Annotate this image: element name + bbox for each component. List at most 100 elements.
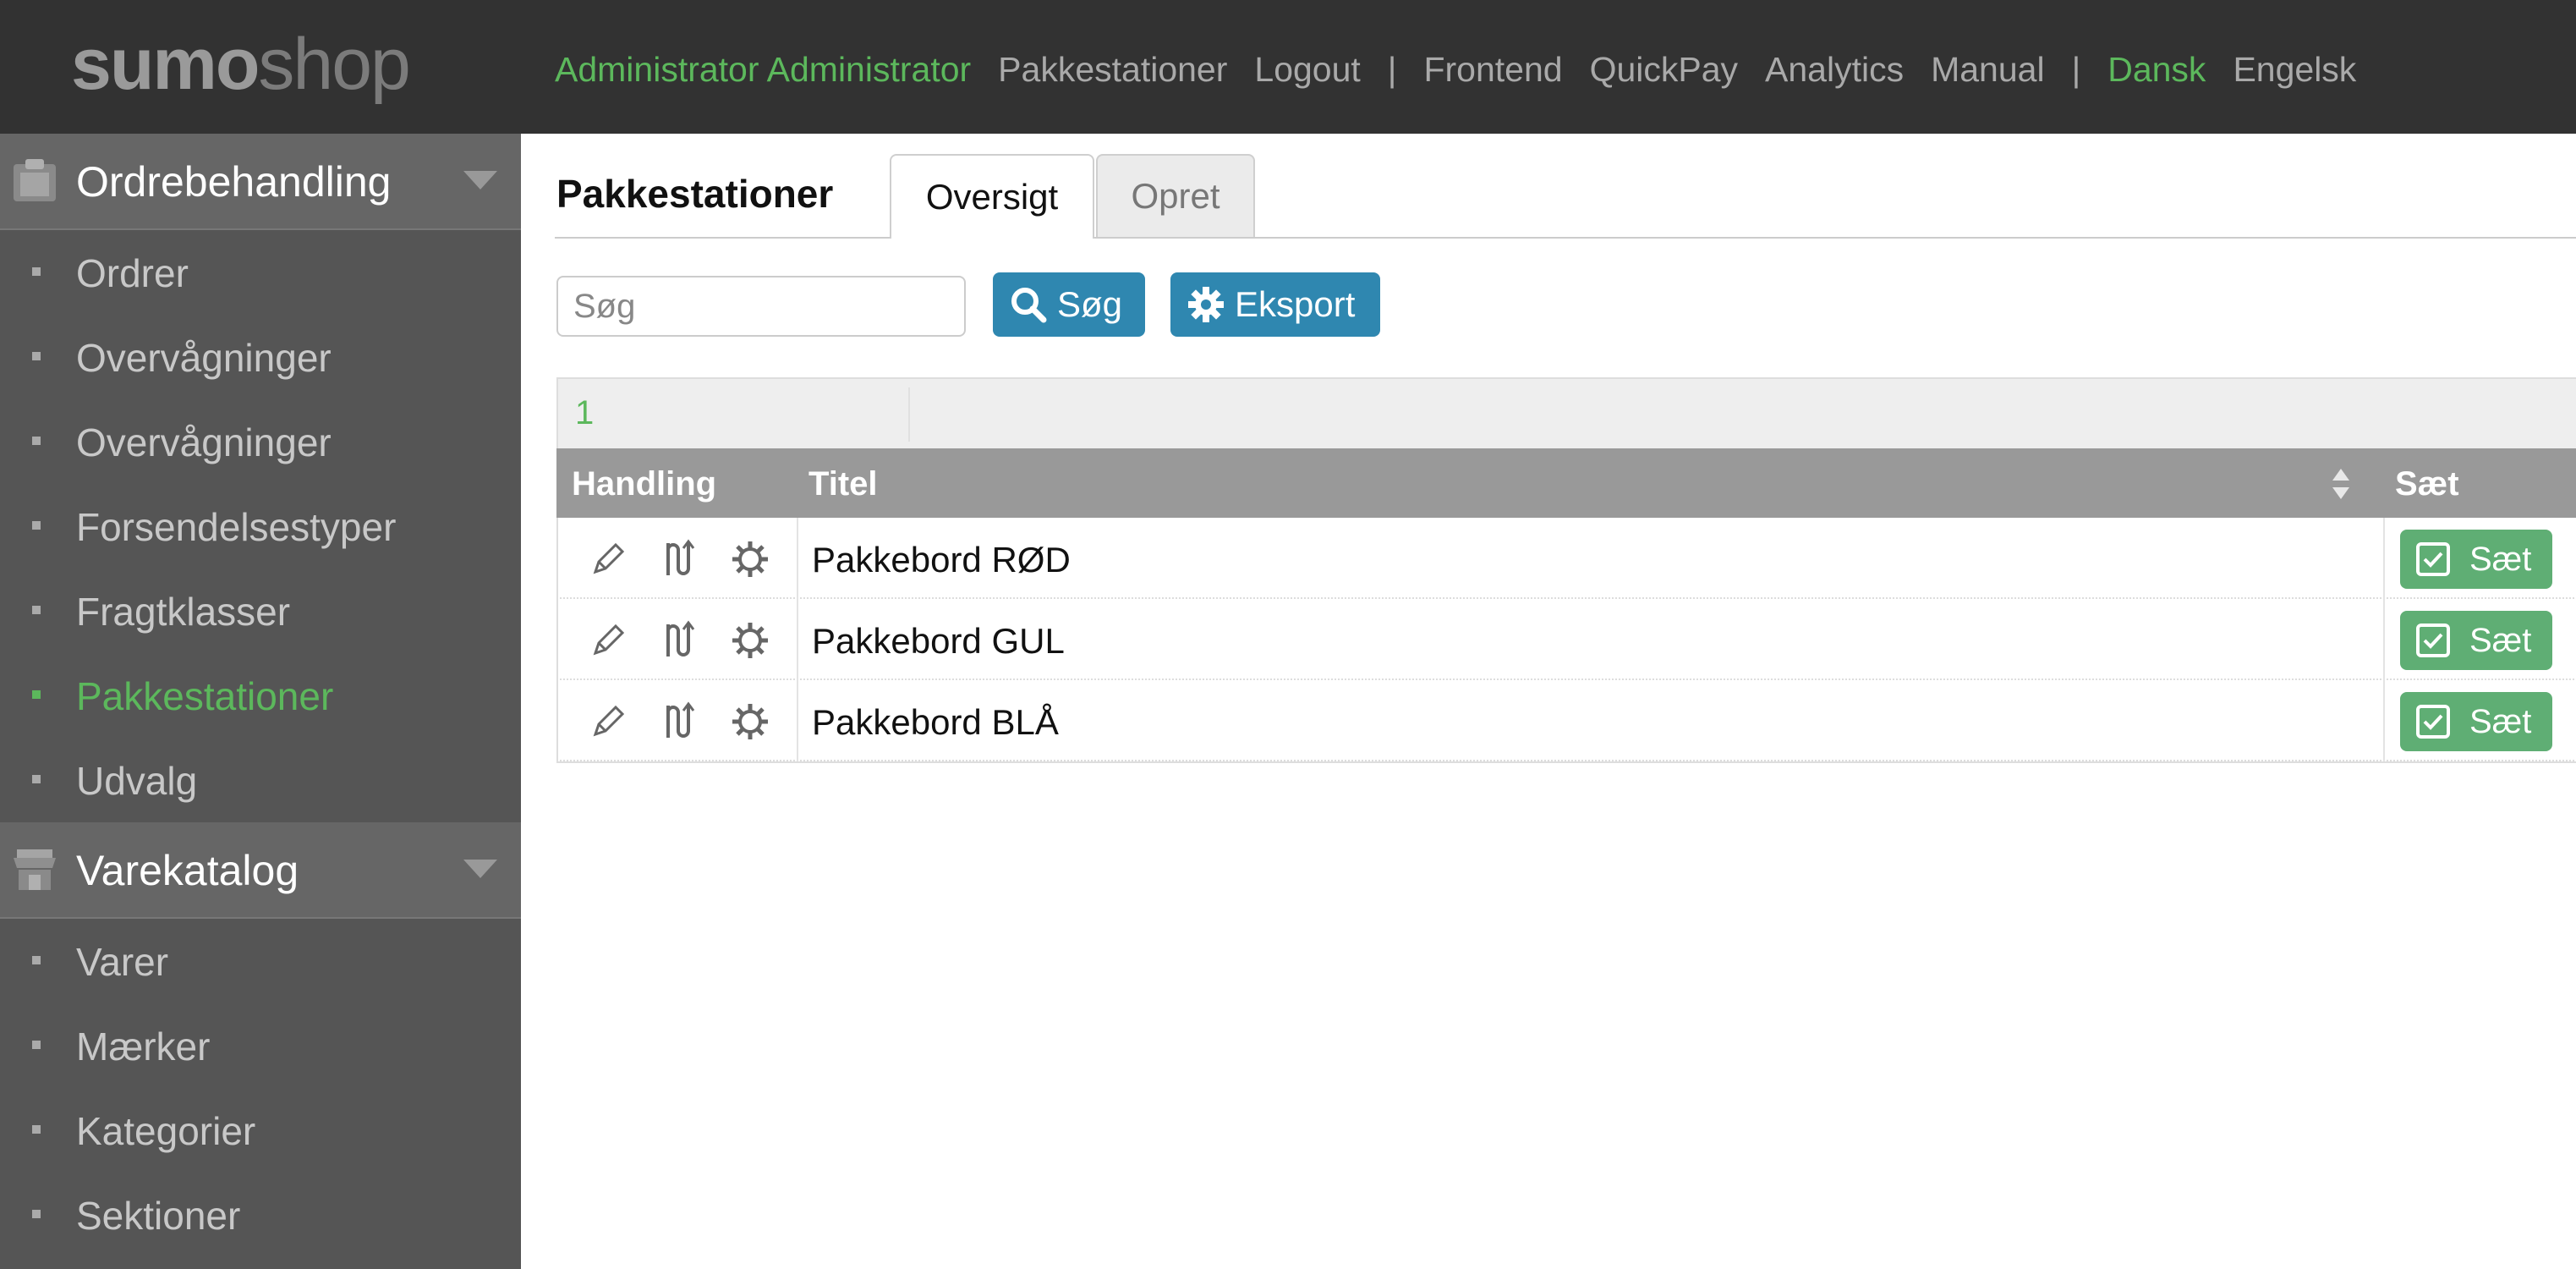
frontend-link[interactable]: Frontend: [1423, 50, 1562, 90]
table-header: Handling Titel Sæt: [556, 448, 2576, 518]
sidebar-item-label: Fragtklasser: [76, 590, 291, 634]
bullet: [32, 267, 41, 276]
analytics-link[interactable]: Analytics: [1765, 50, 1904, 90]
chevron-down-icon[interactable]: [463, 860, 497, 878]
user-link[interactable]: Administrator Administrator: [555, 50, 971, 90]
manual-link[interactable]: Manual: [1931, 50, 2044, 90]
sidebar-item-overvagninger[interactable]: Overvågninger: [0, 315, 521, 399]
set-button[interactable]: Sæt: [2400, 530, 2552, 589]
language-engelsk-link[interactable]: Engelsk: [2233, 50, 2356, 90]
row-title: Pakkebord RØD: [812, 540, 1071, 580]
nav-separator: |: [1387, 49, 1397, 89]
search-button-label: Søg: [1057, 284, 1123, 324]
bullet: [32, 956, 41, 964]
nav-separator: |: [2071, 49, 2081, 89]
sidebar-item-label: Udvalg: [76, 759, 198, 803]
top-bar: sumoshop Administrator Administrator Pak…: [0, 0, 2576, 134]
bullet: [32, 352, 41, 360]
sidebar-section-title: Varekatalog: [76, 847, 299, 894]
search-input[interactable]: [556, 276, 966, 337]
tab-oversigt[interactable]: Oversigt: [890, 154, 1094, 239]
pagination-bar: 1: [556, 377, 2576, 448]
logout-link[interactable]: Logout: [1254, 50, 1360, 90]
set-cell: Sæt: [2383, 518, 2576, 599]
language-dansk-link[interactable]: Dansk: [2107, 50, 2206, 90]
row-actions: [558, 518, 798, 599]
bullet: [32, 1210, 41, 1218]
export-button-label: Eksport: [1235, 284, 1356, 324]
edit-pencil-icon[interactable]: [587, 700, 629, 743]
set-button[interactable]: Sæt: [2400, 692, 2552, 751]
sumoshop-logo[interactable]: sumoshop: [71, 22, 411, 107]
sidebar-item-udvalg[interactable]: Udvalg: [0, 738, 521, 822]
sidebar-item-overvagninger-2[interactable]: Overvågninger: [0, 399, 521, 484]
page-number-link[interactable]: 1: [575, 394, 594, 432]
search-button[interactable]: Søg: [993, 272, 1145, 337]
sidebar-item-varer[interactable]: Varer: [0, 919, 521, 1003]
logo-part-1: sumo: [71, 24, 260, 105]
bullet: [32, 690, 41, 699]
sidebar-section-varekatalog[interactable]: Varekatalog: [0, 822, 521, 919]
checkbox-icon: [2416, 624, 2450, 657]
reorder-arrows-icon[interactable]: [658, 538, 700, 580]
sidebar-item-kategorier[interactable]: Kategorier: [0, 1088, 521, 1173]
edit-pencil-icon[interactable]: [587, 619, 629, 662]
nav-link-pakkestationer[interactable]: Pakkestationer: [998, 50, 1227, 90]
checkbox-icon: [2416, 705, 2450, 739]
export-button[interactable]: Eksport: [1170, 272, 1380, 337]
search-icon: [1011, 288, 1047, 323]
sidebar-item-label: Kategorier: [76, 1109, 256, 1153]
chevron-down-icon[interactable]: [463, 171, 497, 190]
reorder-arrows-icon[interactable]: [658, 619, 700, 662]
row-title: Pakkebord BLÅ: [812, 702, 1059, 742]
bullet: [32, 606, 41, 614]
set-button-label: Sæt: [2469, 621, 2532, 659]
checkbox-icon: [2416, 542, 2450, 576]
bullet: [32, 1125, 41, 1134]
column-header-handling: Handling: [572, 465, 717, 503]
sidebar-item-label: Varer: [76, 940, 169, 984]
row-title: Pakkebord GUL: [812, 621, 1065, 661]
gear-icon[interactable]: [729, 538, 771, 580]
sidebar-item-label: Forsendelsestyper: [76, 505, 397, 549]
set-button[interactable]: Sæt: [2400, 611, 2552, 670]
tabs-divider: [555, 237, 2576, 239]
sidebar-item-label: Overvågninger: [76, 336, 332, 380]
set-cell: Sæt: [2383, 680, 2576, 761]
row-actions: [558, 599, 798, 680]
edit-pencil-icon[interactable]: [587, 538, 629, 580]
set-cell: Sæt: [2383, 599, 2576, 680]
sort-icon[interactable]: [2331, 465, 2351, 503]
table-bottom-border: [556, 761, 2576, 763]
page-title: Pakkestationer: [556, 172, 834, 216]
gear-icon[interactable]: [729, 619, 771, 662]
column-header-saet: Sæt: [2395, 465, 2459, 503]
store-icon: [14, 849, 56, 890]
sidebar-item-forsendelsestyper[interactable]: Forsendelsestyper: [0, 484, 521, 569]
table-row: Pakkebord RØD Sæt: [556, 518, 2576, 599]
sidebar-section-title: Ordrebehandling: [76, 158, 392, 206]
sidebar-item-label: Mærker: [76, 1025, 211, 1068]
main-content: Pakkestationer Oversigt Opret Søg Søg Ek…: [521, 134, 2576, 1269]
sidebar-section-ordrebehandling[interactable]: Ordrebehandling: [0, 134, 521, 230]
pager-divider: [908, 387, 910, 442]
sidebar-item-maerker[interactable]: Mærker: [0, 1003, 521, 1088]
top-navigation: Administrator Administrator Pakkestation…: [555, 44, 2383, 95]
sidebar-item-label: Pakkestationer: [76, 674, 334, 718]
reorder-arrows-icon[interactable]: [658, 700, 700, 743]
logo-part-2: shop: [258, 24, 410, 105]
bullet: [32, 775, 41, 783]
sidebar-item-ordrer[interactable]: Ordrer: [0, 230, 521, 315]
sidebar-item-fragtklasser[interactable]: Fragtklasser: [0, 569, 521, 653]
column-header-titel[interactable]: Titel: [808, 465, 878, 503]
sidebar-item-sektioner[interactable]: Sektioner: [0, 1173, 521, 1257]
quickpay-link[interactable]: QuickPay: [1590, 50, 1738, 90]
sidebar-item-pakkestationer[interactable]: Pakkestationer: [0, 653, 521, 738]
gear-icon[interactable]: [729, 700, 771, 743]
clipboard-icon: [14, 159, 56, 201]
table-row: Pakkebord GUL Sæt: [556, 599, 2576, 680]
table-row: Pakkebord BLÅ Sæt: [556, 680, 2576, 761]
tab-opret[interactable]: Opret: [1096, 154, 1255, 237]
sidebar-item-label: Overvågninger: [76, 420, 332, 464]
set-button-label: Sæt: [2469, 540, 2532, 578]
